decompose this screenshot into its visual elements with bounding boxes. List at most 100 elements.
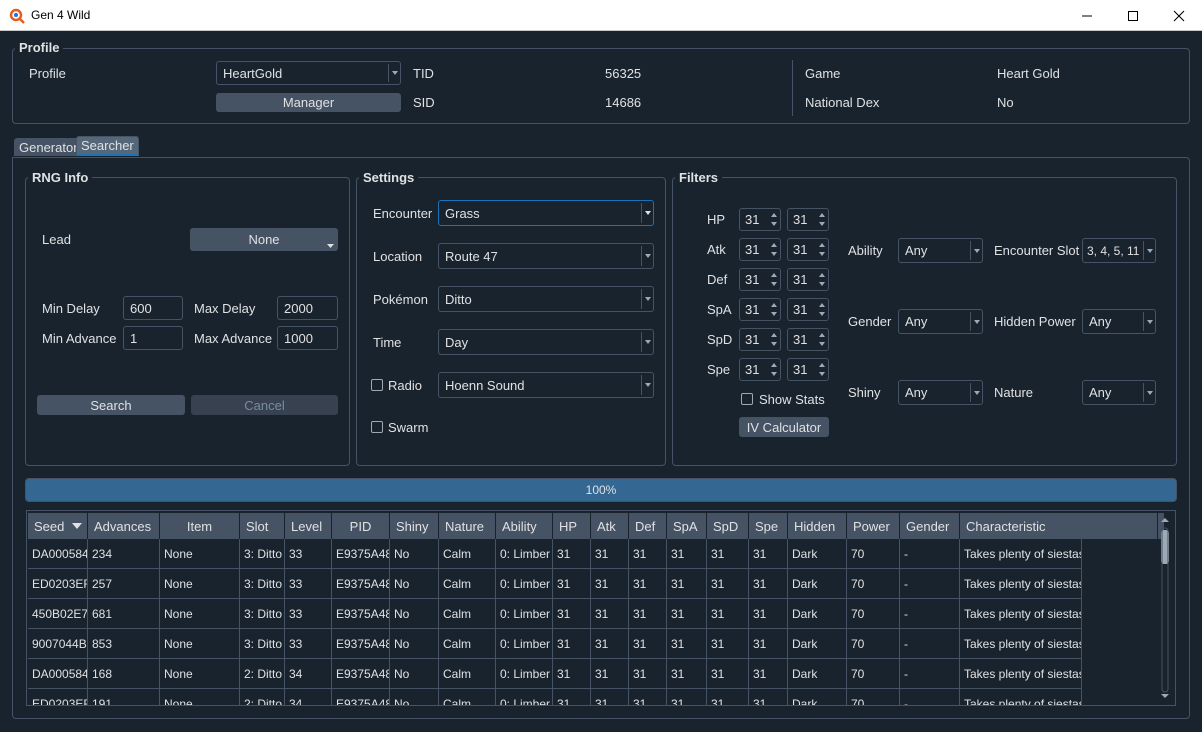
table-cell-seed[interactable]: DA000584	[28, 659, 88, 689]
table-cell-level[interactable]: 33	[285, 569, 332, 599]
table-cell-advances[interactable]: 234	[88, 539, 160, 569]
table-cell-nature[interactable]: Calm	[439, 689, 496, 705]
table-cell-characteristic[interactable]: Takes plenty of siestas	[960, 629, 1082, 659]
manager-button[interactable]: Manager	[216, 93, 401, 112]
gender-combo[interactable]: Any	[898, 309, 983, 334]
spin-arrows-icon[interactable]	[816, 270, 828, 289]
table-cell-nature[interactable]: Calm	[439, 569, 496, 599]
table-cell-spd[interactable]: 31	[707, 659, 749, 689]
table-cell-power[interactable]: 70	[847, 569, 900, 599]
encounter-slot-combo[interactable]: 3, 4, 5, 11	[1082, 238, 1156, 263]
table-cell-pid[interactable]: E9375A48	[332, 569, 390, 599]
spin-arrows-icon[interactable]	[768, 270, 780, 289]
table-cell-gender[interactable]: -	[900, 629, 960, 659]
iv-max-def[interactable]: 31	[787, 268, 829, 291]
close-button[interactable]	[1156, 0, 1202, 31]
tab-generator[interactable]: Generator	[14, 138, 83, 156]
table-cell-spe[interactable]: 31	[749, 539, 788, 569]
iv-max-spe[interactable]: 31	[787, 358, 829, 381]
iv-max-atk[interactable]: 31	[787, 238, 829, 261]
table-cell-gender[interactable]: -	[900, 689, 960, 705]
table-cell-hp[interactable]: 31	[553, 569, 591, 599]
table-cell-slot[interactable]: 3: Ditto	[240, 569, 285, 599]
table-cell-nature[interactable]: Calm	[439, 539, 496, 569]
time-combo[interactable]: Day	[438, 329, 654, 355]
iv-min-def[interactable]: 31	[739, 268, 781, 291]
table-cell-advances[interactable]: 257	[88, 569, 160, 599]
table-cell-gender[interactable]: -	[900, 539, 960, 569]
table-cell-def[interactable]: 31	[629, 629, 667, 659]
search-button[interactable]: Search	[37, 395, 185, 415]
table-cell-ability[interactable]: 0: Limber	[496, 659, 553, 689]
table-cell-hidden[interactable]: Dark	[788, 569, 847, 599]
table-cell-def[interactable]: 31	[629, 689, 667, 705]
table-cell-spe[interactable]: 31	[749, 599, 788, 629]
table-cell-def[interactable]: 31	[629, 599, 667, 629]
table-cell-advances[interactable]: 853	[88, 629, 160, 659]
table-cell-shiny[interactable]: No	[390, 689, 439, 705]
iv-min-spa[interactable]: 31	[739, 298, 781, 321]
spin-arrows-icon[interactable]	[816, 240, 828, 259]
table-cell-gender[interactable]: -	[900, 659, 960, 689]
iv-min-atk[interactable]: 31	[739, 238, 781, 261]
min-delay-input[interactable]: 600	[123, 296, 183, 320]
table-cell-shiny[interactable]: No	[390, 599, 439, 629]
column-header-advances[interactable]: Advances	[88, 513, 160, 539]
column-header-slot[interactable]: Slot	[240, 513, 285, 539]
table-cell-ability[interactable]: 0: Limber	[496, 569, 553, 599]
table-cell-seed[interactable]: 450B02E7	[28, 599, 88, 629]
table-cell-item[interactable]: None	[160, 569, 240, 599]
column-header-ability[interactable]: Ability	[496, 513, 553, 539]
swarm-checkbox[interactable]	[371, 421, 383, 433]
table-cell-spd[interactable]: 31	[707, 569, 749, 599]
table-cell-ability[interactable]: 0: Limber	[496, 689, 553, 705]
spin-arrows-icon[interactable]	[768, 300, 780, 319]
table-cell-nature[interactable]: Calm	[439, 659, 496, 689]
min-advance-input[interactable]: 1	[123, 326, 183, 350]
table-cell-level[interactable]: 34	[285, 659, 332, 689]
table-cell-seed[interactable]: ED0203EF	[28, 569, 88, 599]
encounter-combo[interactable]: Grass	[438, 200, 654, 226]
column-header-item[interactable]: Item	[160, 513, 240, 539]
location-combo[interactable]: Route 47	[438, 243, 654, 269]
column-header-spd[interactable]: SpD	[707, 513, 749, 539]
iv-max-hp[interactable]: 31	[787, 208, 829, 231]
table-cell-hp[interactable]: 31	[553, 599, 591, 629]
table-cell-level[interactable]: 33	[285, 599, 332, 629]
spin-arrows-icon[interactable]	[816, 330, 828, 349]
minimize-button[interactable]	[1064, 0, 1110, 31]
table-cell-pid[interactable]: E9375A48	[332, 629, 390, 659]
spin-arrows-icon[interactable]	[768, 360, 780, 379]
table-cell-shiny[interactable]: No	[390, 629, 439, 659]
spin-arrows-icon[interactable]	[816, 360, 828, 379]
column-header-pid[interactable]: PID	[332, 513, 390, 539]
shiny-combo[interactable]: Any	[898, 380, 983, 405]
table-cell-level[interactable]: 33	[285, 539, 332, 569]
iv-calculator-button[interactable]: IV Calculator	[739, 417, 829, 437]
spin-arrows-icon[interactable]	[768, 240, 780, 259]
table-cell-pid[interactable]: E9375A48	[332, 539, 390, 569]
table-cell-power[interactable]: 70	[847, 629, 900, 659]
table-cell-item[interactable]: None	[160, 659, 240, 689]
spin-arrows-icon[interactable]	[816, 210, 828, 229]
table-cell-spd[interactable]: 31	[707, 599, 749, 629]
column-header-shiny[interactable]: Shiny	[390, 513, 439, 539]
column-header-nature[interactable]: Nature	[439, 513, 496, 539]
table-cell-slot[interactable]: 3: Ditto	[240, 599, 285, 629]
vertical-scrollbar[interactable]	[1159, 516, 1171, 700]
column-header-seed[interactable]: Seed	[28, 513, 88, 539]
table-cell-ability[interactable]: 0: Limber	[496, 539, 553, 569]
table-cell-spa[interactable]: 31	[667, 569, 707, 599]
table-cell-shiny[interactable]: No	[390, 569, 439, 599]
table-cell-spe[interactable]: 31	[749, 689, 788, 705]
table-cell-item[interactable]: None	[160, 629, 240, 659]
table-cell-gender[interactable]: -	[900, 569, 960, 599]
table-cell-shiny[interactable]: No	[390, 539, 439, 569]
pokemon-combo[interactable]: Ditto	[438, 286, 654, 312]
results-table[interactable]: Seed Advances Item Slot Level PID Shiny Nature A…	[26, 510, 1176, 706]
radio-combo[interactable]: Hoenn Sound	[438, 372, 654, 398]
column-header-level[interactable]: Level	[285, 513, 332, 539]
table-cell-hidden[interactable]: Dark	[788, 659, 847, 689]
max-advance-input[interactable]: 1000	[277, 326, 338, 350]
maximize-button[interactable]	[1110, 0, 1156, 31]
